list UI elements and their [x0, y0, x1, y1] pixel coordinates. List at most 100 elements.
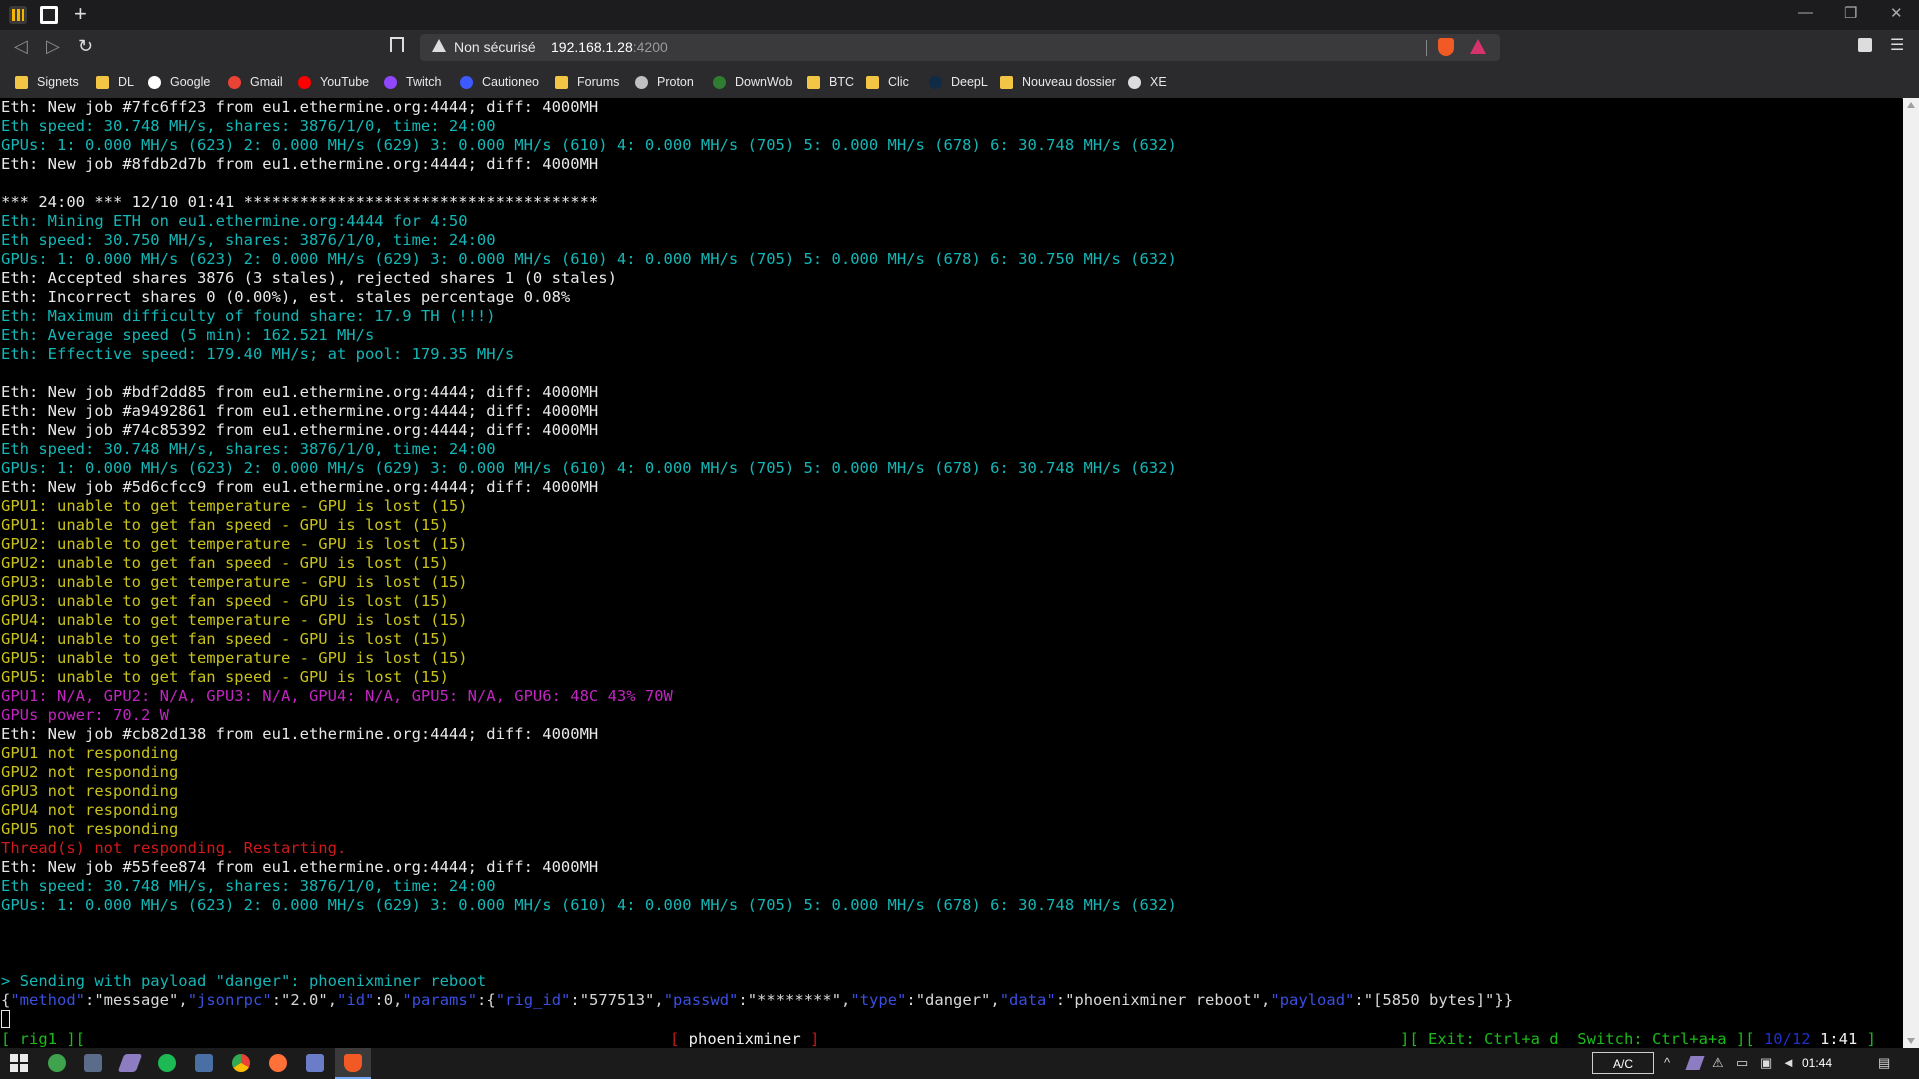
battery-icon[interactable]: ▭	[1736, 1056, 1750, 1070]
bookmark-gmail[interactable]: Gmail	[228, 73, 283, 91]
terminal-view[interactable]: Eth: New job #7fc6ff23 from eu1.ethermin…	[0, 98, 1902, 1048]
folder-icon	[1000, 75, 1013, 89]
terminal-line: GPU5: unable to get temperature - GPU is…	[1, 649, 468, 667]
json-key: "jsonrpc"	[187, 991, 272, 1009]
back-button[interactable]: ◁	[14, 36, 28, 57]
status-bracket-end: ]	[1857, 1030, 1876, 1048]
json-value: "577513"	[579, 991, 655, 1009]
terminal-line: Eth speed: 30.748 MH/s, shares: 3876/1/0…	[1, 117, 496, 135]
address-bar[interactable]: Non sécurisé 192.168.1.28:4200	[420, 34, 1500, 61]
bookmark-nouveau-dossier[interactable]: Nouveau dossier	[1000, 73, 1116, 91]
pinned-tab-phoenixminer[interactable]	[9, 6, 27, 24]
clover-app-icon[interactable]	[48, 1054, 66, 1072]
url-port: :4200	[632, 39, 668, 55]
folder-icon	[807, 75, 820, 89]
divider	[1426, 40, 1427, 56]
terminal-line: GPU4: unable to get temperature - GPU is…	[1, 611, 468, 629]
extensions-icon[interactable]	[1858, 38, 1872, 52]
bookmark-proton[interactable]: Proton	[635, 73, 694, 91]
input-method-indicator[interactable]: A/C	[1592, 1052, 1654, 1074]
notification-icon[interactable]: ▤	[1878, 1056, 1892, 1070]
bookmark-cautioneo[interactable]: Cautioneo	[460, 73, 539, 91]
json-value: ,	[327, 991, 338, 1009]
volume-icon[interactable]: ◄	[1782, 1056, 1796, 1070]
json-value: :	[570, 991, 580, 1009]
close-icon[interactable]: ✕	[1890, 4, 1903, 22]
bookmark-downwob[interactable]: DownWob	[713, 73, 792, 91]
terminal-line: GPU1: N/A, GPU2: N/A, GPU3: N/A, GPU4: N…	[1, 687, 673, 705]
json-key: "payload"	[1270, 991, 1355, 1009]
reload-button[interactable]: ↻	[78, 36, 93, 57]
url-text[interactable]: 192.168.1.28:4200	[551, 39, 668, 55]
json-value: :	[738, 991, 748, 1009]
terminal-line: Eth: Maximum difficulty of found share: …	[1, 307, 496, 325]
terminal-line: GPU1: unable to get fan speed - GPU is l…	[1, 516, 449, 534]
google-icon	[148, 75, 161, 89]
bookmark-icon[interactable]	[390, 37, 404, 52]
terminal-line: > Sending with payload "danger": phoenix…	[1, 972, 487, 990]
json-key: "params"	[402, 991, 478, 1009]
restore-icon[interactable]: ❐	[1844, 4, 1857, 22]
terminal-line: GPU3 not responding	[1, 782, 179, 800]
calculator-icon[interactable]	[84, 1054, 102, 1072]
terminal-line: GPU3: unable to get temperature - GPU is…	[1, 573, 468, 591]
update-tray-icon[interactable]: ⚠	[1712, 1056, 1726, 1070]
feather-app-icon[interactable]	[117, 1054, 143, 1072]
json-key: "data"	[999, 991, 1056, 1009]
new-tab-button[interactable]: +	[74, 3, 87, 25]
bookmark-label: Clic	[888, 75, 909, 89]
json-value: :{	[477, 991, 496, 1009]
chevron-up-icon[interactable]: ^	[1664, 1056, 1678, 1070]
taskbar-clock[interactable]: 01:44	[1802, 1056, 1832, 1070]
brave-taskbar-button[interactable]	[335, 1048, 371, 1079]
bookmark-signets[interactable]: Signets	[15, 73, 79, 91]
json-value: "danger"	[915, 991, 991, 1009]
forward-button[interactable]: ▷	[46, 36, 60, 57]
vertical-scrollbar[interactable]	[1903, 98, 1919, 1048]
bookmark-deepl[interactable]: DeepL	[929, 73, 988, 91]
deepl-icon	[929, 75, 942, 89]
terminal-line: GPU4: unable to get fan speed - GPU is l…	[1, 630, 449, 648]
bookmark-twitch[interactable]: Twitch	[384, 73, 441, 91]
brave-icon	[344, 1054, 362, 1072]
terminal-tab-icon	[43, 9, 55, 21]
terminal-line: GPU2: unable to get temperature - GPU is…	[1, 535, 468, 553]
json-key: "method"	[10, 991, 85, 1009]
json-value: :0,	[374, 991, 403, 1009]
folder-icon	[555, 75, 568, 89]
spotify-icon[interactable]	[158, 1054, 176, 1072]
json-key: "type"	[850, 991, 907, 1009]
security-indicator[interactable]: Non sécurisé	[454, 39, 536, 55]
firefox-icon[interactable]	[269, 1054, 287, 1072]
remote-desktop-icon[interactable]	[195, 1054, 213, 1072]
active-tab[interactable]	[40, 6, 58, 24]
scroll-down-icon[interactable]	[1907, 1038, 1915, 1044]
scroll-up-icon[interactable]	[1907, 102, 1915, 108]
discord-icon[interactable]	[306, 1054, 324, 1072]
bookmark-youtube[interactable]: YouTube	[298, 73, 369, 91]
bookmark-google[interactable]: Google	[148, 73, 210, 91]
bookmark-forums[interactable]: Forums	[555, 73, 619, 91]
status-current-window: [ phoenixminer ]	[670, 1030, 819, 1048]
twitch-icon	[384, 75, 397, 89]
bookmark-label: Cautioneo	[482, 75, 539, 89]
terminal-line: Eth: New job #a9492861 from eu1.ethermin…	[1, 402, 599, 420]
chrome-icon[interactable]	[232, 1054, 250, 1072]
bookmark-label: XE	[1150, 75, 1167, 89]
json-value: "[5850 bytes]"	[1363, 991, 1495, 1009]
terminal-line: Eth: Average speed (5 min): 162.521 MH/s	[1, 326, 375, 344]
bookmark-dl[interactable]: DL	[96, 73, 134, 91]
terminal-line: Eth: New job #8fdb2d7b from eu1.ethermin…	[1, 155, 599, 173]
brave-rewards-icon[interactable]	[1470, 39, 1486, 54]
terminal-line: Eth: New job #7fc6ff23 from eu1.ethermin…	[1, 98, 599, 116]
bookmark-xe[interactable]: XE	[1128, 73, 1167, 91]
minimize-icon[interactable]: —	[1798, 4, 1813, 21]
bookmark-btc[interactable]: BTC	[807, 73, 854, 91]
json-value: "********"	[747, 991, 842, 1009]
windows-start-icon[interactable]	[10, 1054, 28, 1072]
brave-shield-icon[interactable]	[1438, 38, 1454, 56]
feather-tray-icon[interactable]	[1685, 1056, 1705, 1070]
bookmark-clic[interactable]: Clic	[866, 73, 909, 91]
network-icon[interactable]: ▣	[1760, 1056, 1774, 1070]
menu-icon[interactable]: ☰	[1890, 35, 1904, 55]
